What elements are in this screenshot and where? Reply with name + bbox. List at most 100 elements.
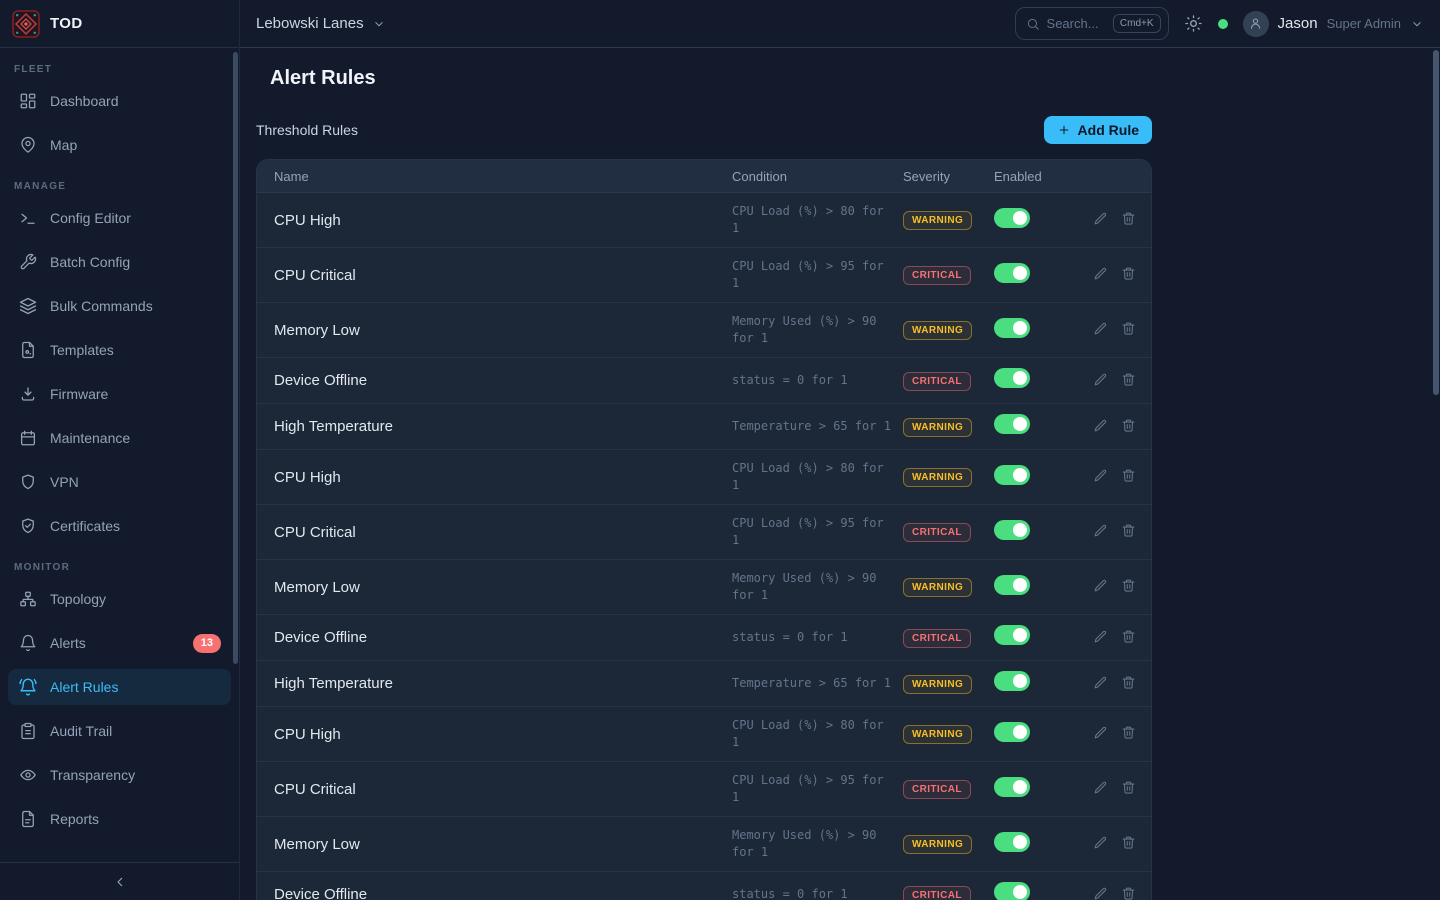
enabled-toggle[interactable] [994, 832, 1030, 852]
row-actions [1093, 629, 1151, 647]
delete-rule-button[interactable] [1121, 578, 1136, 596]
delete-rule-button[interactable] [1121, 675, 1136, 693]
search-shortcut-badge: Cmd+K [1113, 14, 1161, 33]
pencil-icon [1093, 372, 1108, 387]
edit-rule-button[interactable] [1093, 266, 1108, 284]
delete-rule-button[interactable] [1121, 725, 1136, 743]
edit-rule-button[interactable] [1093, 211, 1108, 229]
edit-rule-button[interactable] [1093, 523, 1108, 541]
layers-icon [18, 296, 38, 316]
delete-rule-button[interactable] [1121, 211, 1136, 229]
sidebar: TOD FLEETDashboardMapMANAGEConfig Editor… [0, 0, 240, 900]
enabled-toggle[interactable] [994, 777, 1030, 797]
chevron-down-icon [1410, 17, 1424, 31]
delete-rule-button[interactable] [1121, 780, 1136, 798]
main-scrollbar[interactable] [1433, 50, 1439, 395]
toolbar: Threshold Rules Add Rule [256, 116, 1152, 144]
enabled-toggle[interactable] [994, 722, 1030, 742]
edit-rule-button[interactable] [1093, 886, 1108, 900]
section-title: Threshold Rules [256, 122, 358, 138]
trash-icon [1121, 372, 1136, 387]
sidebar-item-transparency[interactable]: Transparency [8, 757, 231, 793]
sidebar-item-reports[interactable]: Reports [8, 801, 231, 837]
trash-icon [1121, 886, 1136, 900]
rule-name: CPU High [274, 466, 732, 489]
enabled-toggle[interactable] [994, 882, 1030, 900]
rule-name: Device Offline [274, 369, 732, 392]
enabled-toggle[interactable] [994, 520, 1030, 540]
sidebar-section-label: MANAGE [14, 181, 231, 192]
enabled-toggle[interactable] [994, 208, 1030, 228]
enabled-toggle[interactable] [994, 625, 1030, 645]
delete-rule-button[interactable] [1121, 321, 1136, 339]
trash-icon [1121, 321, 1136, 336]
edit-rule-button[interactable] [1093, 468, 1108, 486]
enabled-toggle[interactable] [994, 465, 1030, 485]
enabled-toggle[interactable] [994, 671, 1030, 691]
sidebar-item-audit-trail[interactable]: Audit Trail [8, 713, 231, 749]
severity-badge: CRITICAL [903, 780, 971, 799]
delete-rule-button[interactable] [1121, 468, 1136, 486]
edit-rule-button[interactable] [1093, 321, 1108, 339]
bell-ring-icon [18, 677, 38, 697]
column-header-enabled: Enabled [994, 169, 1093, 184]
rule-condition: CPU Load (%) > 80 for 1 [732, 460, 894, 494]
sidebar-collapse-button[interactable] [0, 862, 239, 900]
enabled-toggle[interactable] [994, 414, 1030, 434]
delete-rule-button[interactable] [1121, 372, 1136, 390]
table-row: Memory LowMemory Used (%) > 90 for 1WARN… [257, 817, 1151, 872]
rule-name: CPU High [274, 209, 732, 232]
sidebar-item-maintenance[interactable]: Maintenance [8, 420, 231, 456]
edit-rule-button[interactable] [1093, 418, 1108, 436]
alerts-count-badge: 13 [193, 634, 221, 653]
column-header-name: Name [274, 169, 732, 184]
edit-rule-button[interactable] [1093, 675, 1108, 693]
add-rule-button[interactable]: Add Rule [1044, 116, 1152, 144]
search-input[interactable] [1047, 16, 1106, 31]
rule-condition: Temperature > 65 for 1 [732, 418, 894, 435]
rule-name: Device Offline [274, 626, 732, 649]
severity-badge: CRITICAL [903, 629, 971, 648]
user-menu[interactable]: Jason Super Admin [1243, 11, 1424, 37]
trash-icon [1121, 266, 1136, 281]
sidebar-item-certificates[interactable]: Certificates [8, 508, 231, 544]
sidebar-item-firmware[interactable]: Firmware [8, 376, 231, 412]
delete-rule-button[interactable] [1121, 629, 1136, 647]
table-row: CPU HighCPU Load (%) > 80 for 1WARNING [257, 193, 1151, 248]
edit-rule-button[interactable] [1093, 725, 1108, 743]
sun-icon[interactable] [1184, 14, 1203, 33]
sidebar-item-dashboard[interactable]: Dashboard [8, 83, 231, 119]
edit-rule-button[interactable] [1093, 578, 1108, 596]
edit-rule-button[interactable] [1093, 629, 1108, 647]
search-box[interactable]: Cmd+K [1015, 7, 1169, 40]
enabled-toggle[interactable] [994, 263, 1030, 283]
sidebar-item-alerts[interactable]: Alerts13 [8, 625, 231, 661]
sidebar-item-label: Certificates [50, 518, 120, 534]
org-selector[interactable]: Lebowski Lanes [256, 15, 386, 32]
sidebar-item-bulk-commands[interactable]: Bulk Commands [8, 288, 231, 324]
delete-rule-button[interactable] [1121, 886, 1136, 900]
sidebar-scrollbar[interactable] [233, 52, 238, 664]
sidebar-item-batch-config[interactable]: Batch Config [8, 244, 231, 280]
rule-condition: status = 0 for 1 [732, 629, 894, 646]
main-area: Lebowski Lanes Cmd+K Jason Super Admin A… [240, 0, 1440, 900]
edit-rule-button[interactable] [1093, 835, 1108, 853]
edit-rule-button[interactable] [1093, 780, 1108, 798]
enabled-toggle[interactable] [994, 575, 1030, 595]
sidebar-item-vpn[interactable]: VPN [8, 464, 231, 500]
edit-rule-button[interactable] [1093, 372, 1108, 390]
enabled-toggle[interactable] [994, 368, 1030, 388]
sidebar-item-templates[interactable]: Templates [8, 332, 231, 368]
sidebar-item-alert-rules[interactable]: Alert Rules [8, 669, 231, 705]
sidebar-section-monitor: MONITORTopologyAlerts13Alert RulesAudit … [8, 562, 231, 837]
delete-rule-button[interactable] [1121, 835, 1136, 853]
delete-rule-button[interactable] [1121, 418, 1136, 436]
sidebar-item-config-editor[interactable]: Config Editor [8, 200, 231, 236]
delete-rule-button[interactable] [1121, 266, 1136, 284]
sidebar-item-topology[interactable]: Topology [8, 581, 231, 617]
delete-rule-button[interactable] [1121, 523, 1136, 541]
enabled-toggle[interactable] [994, 318, 1030, 338]
sidebar-item-map[interactable]: Map [8, 127, 231, 163]
avatar [1243, 11, 1269, 37]
threshold-rules-table: NameConditionSeverityEnabled CPU HighCPU… [256, 159, 1152, 900]
